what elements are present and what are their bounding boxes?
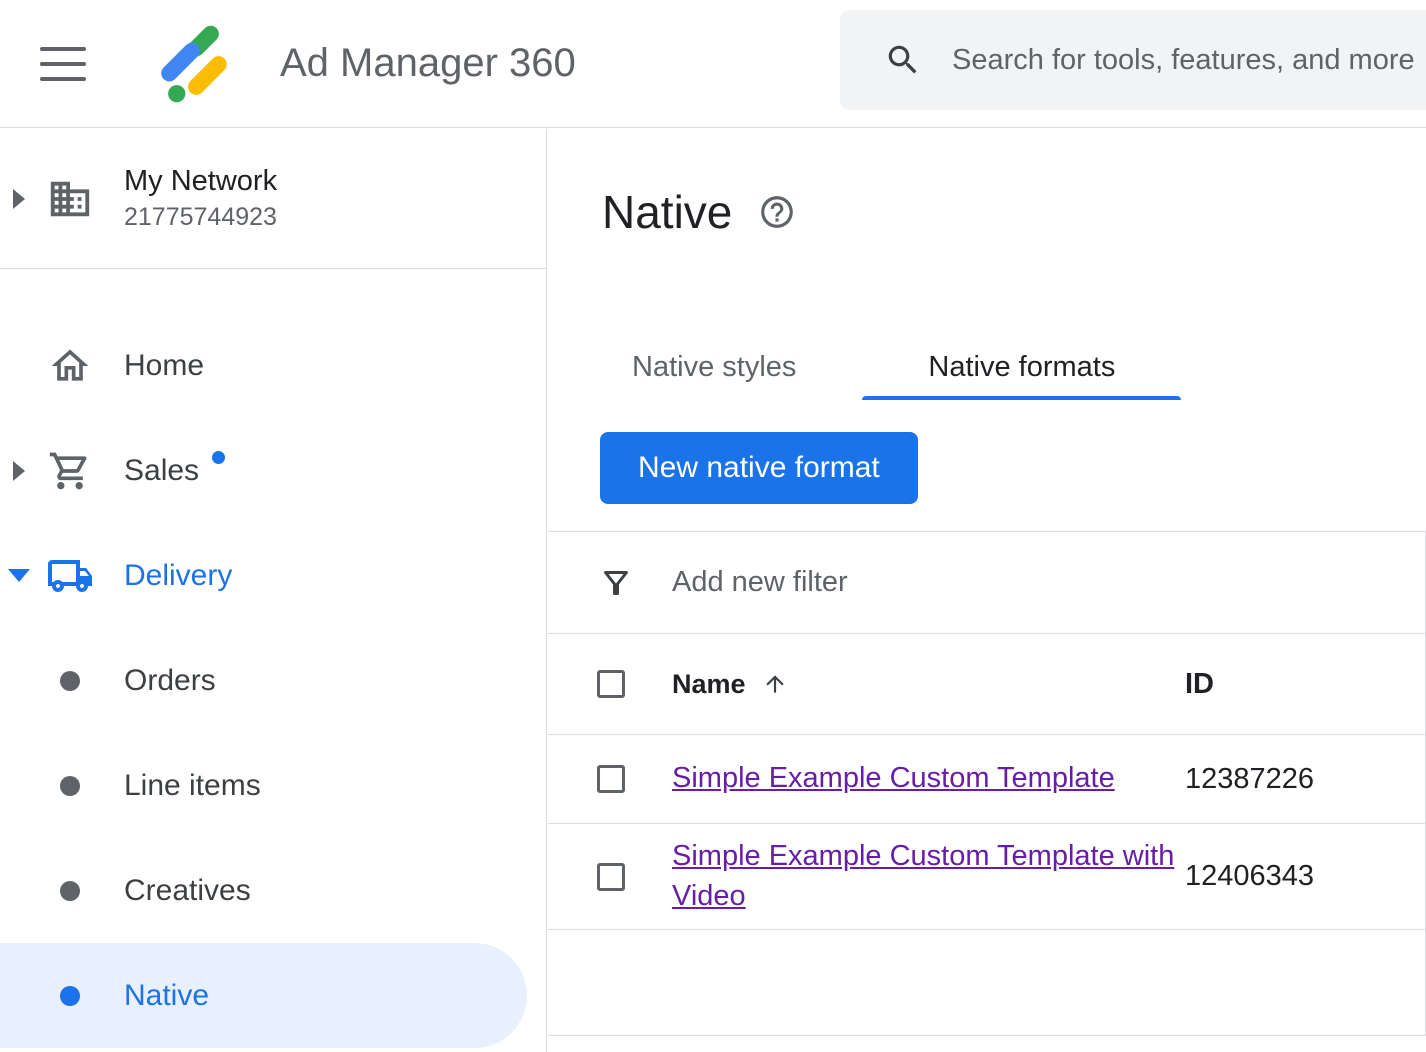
ad-manager-logo-icon	[148, 18, 240, 110]
sidebar-nav: Home Sales Delivery Orders Line items	[0, 269, 546, 1048]
main-content: Native Native styles Native formats New …	[548, 129, 1426, 1052]
page-title: Native	[602, 185, 732, 239]
name-column-header[interactable]: Name	[672, 669, 1185, 700]
sidebar-item-label: Creatives	[124, 874, 251, 908]
shopping-cart-icon	[46, 449, 94, 493]
native-format-id: 12406343	[1185, 860, 1314, 893]
home-icon	[46, 344, 94, 388]
sidebar-item-label: Delivery	[124, 559, 232, 593]
tab-bar: Native styles Native formats	[548, 334, 1426, 400]
sidebar-item-label: Sales	[124, 454, 199, 488]
id-column-header: ID	[1185, 668, 1214, 701]
search-bar[interactable]	[840, 10, 1426, 110]
network-building-icon	[46, 176, 94, 222]
bullet-dot-icon	[46, 881, 94, 901]
network-name: My Network	[124, 165, 277, 198]
delivery-truck-icon	[46, 552, 94, 600]
new-native-format-button[interactable]: New native format	[600, 432, 918, 504]
sidebar-item-label: Home	[124, 349, 204, 383]
sidebar: My Network 21775744923 Home Sales Delive	[0, 129, 547, 1052]
hamburger-menu-icon[interactable]	[40, 47, 86, 81]
sidebar-item-orders[interactable]: Orders	[0, 628, 546, 733]
native-format-link[interactable]: Simple Example Custom Template	[672, 762, 1115, 794]
bullet-dot-icon	[46, 986, 94, 1006]
expand-down-arrow-icon	[0, 569, 38, 582]
topbar: Ad Manager 360	[0, 0, 1426, 128]
network-id: 21775744923	[124, 203, 277, 232]
table-header-row: Name ID	[548, 634, 1425, 735]
sort-up-arrow-icon	[762, 671, 788, 697]
app-title: Ad Manager 360	[280, 41, 576, 86]
table-row: Simple Example Custom Template 12387226	[548, 735, 1425, 824]
tab-native-styles[interactable]: Native styles	[566, 334, 862, 400]
filter-funnel-icon	[598, 565, 634, 601]
sidebar-item-native[interactable]: Native	[0, 943, 527, 1048]
add-filter-label: Add new filter	[672, 566, 848, 599]
native-format-link[interactable]: Simple Example Custom Template with Vide…	[672, 840, 1174, 911]
row-checkbox[interactable]	[597, 765, 625, 793]
sidebar-item-label: Line items	[124, 769, 261, 803]
search-input[interactable]	[950, 43, 1426, 78]
network-selector[interactable]: My Network 21775744923	[0, 129, 546, 269]
sidebar-item-label: Orders	[124, 664, 216, 698]
sidebar-item-label: Native	[124, 979, 209, 1013]
row-checkbox[interactable]	[597, 863, 625, 891]
sidebar-item-home[interactable]: Home	[0, 313, 546, 418]
add-filter-bar[interactable]: Add new filter	[548, 532, 1425, 634]
sidebar-item-creatives[interactable]: Creatives	[0, 838, 546, 943]
sidebar-item-line-items[interactable]: Line items	[0, 733, 546, 838]
table-empty-space	[548, 930, 1425, 1036]
sidebar-item-sales[interactable]: Sales	[0, 418, 546, 523]
search-icon	[884, 41, 922, 79]
sidebar-item-delivery[interactable]: Delivery	[0, 523, 546, 628]
bullet-dot-icon	[46, 671, 94, 691]
native-formats-table: Add new filter Name ID Simple Example Cu…	[548, 531, 1426, 1036]
expand-right-arrow-icon	[0, 189, 38, 209]
expand-right-arrow-icon	[0, 461, 38, 481]
bullet-dot-icon	[46, 776, 94, 796]
tab-native-formats[interactable]: Native formats	[862, 334, 1181, 400]
select-all-checkbox[interactable]	[597, 670, 625, 698]
notification-dot	[212, 451, 225, 464]
table-row: Simple Example Custom Template with Vide…	[548, 824, 1425, 930]
native-format-id: 12387226	[1185, 763, 1314, 796]
help-icon[interactable]	[758, 193, 796, 231]
